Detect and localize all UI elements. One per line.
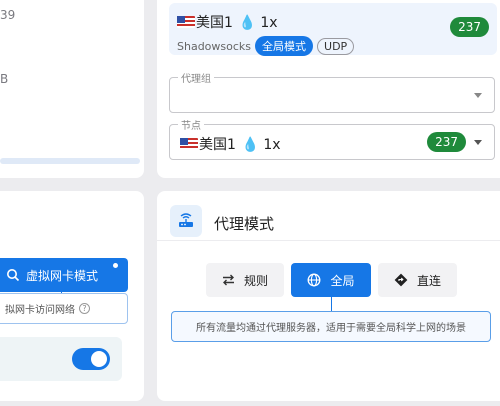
mode-rule-button[interactable]: 规则 <box>206 263 284 297</box>
active-dot-icon <box>113 263 118 268</box>
mode-global-button[interactable]: 全局 <box>291 263 371 297</box>
tun-toggle-row <box>0 337 122 381</box>
mode-rule-label: 规则 <box>243 273 268 288</box>
protocol-label: Shadowsocks <box>177 39 252 53</box>
tun-search-icon <box>7 269 20 282</box>
chevron-down-icon <box>474 140 482 145</box>
connector-line <box>331 297 332 311</box>
tun-mode-label: 虚拟网卡模式 <box>26 268 99 283</box>
node-select[interactable]: 节点 美国1 💧 1x 237 <box>169 117 495 160</box>
node-select-multiplier: 1x <box>263 137 281 153</box>
tun-description: 拟网卡访问网络 ? <box>0 293 128 324</box>
node-multiplier: 1x <box>260 15 278 31</box>
tun-card: 虚拟网卡模式 拟网卡访问网络 ? <box>0 191 144 401</box>
proxy-group-select[interactable]: 代理组 <box>169 70 495 113</box>
mode-direct-label: 直连 <box>416 273 441 288</box>
udp-tag: UDP <box>317 37 355 55</box>
mode-direct-button[interactable]: 直连 <box>378 263 457 297</box>
proxy-mode-title: 代理模式 <box>214 215 275 233</box>
water-drop-icon: 💧 <box>241 137 260 153</box>
divider <box>157 240 500 241</box>
traffic-progress-bar <box>0 158 140 164</box>
help-icon[interactable]: ? <box>79 303 90 314</box>
traffic-card: 39 B <box>0 0 144 178</box>
node-latency-badge: 237 <box>427 132 466 152</box>
traffic-stat-value: 39 <box>0 8 16 22</box>
us-flag-icon <box>180 138 198 150</box>
tun-toggle[interactable] <box>72 348 110 370</box>
swap-arrows-icon <box>222 274 234 286</box>
router-icon <box>170 205 202 237</box>
proxy-node-card: 美国1 💧 1x Shadowsocks 全局模式 UDP 237 代理组 节点 美… <box>157 0 500 178</box>
mode-tag: 全局模式 <box>255 36 314 56</box>
node-select-name: 美国1 <box>199 137 236 153</box>
current-node-summary[interactable]: 美国1 💧 1x Shadowsocks 全局模式 UDP 237 <box>169 3 497 56</box>
direction-sign-icon <box>394 273 408 287</box>
node-select-value: 美国1 💧 1x <box>180 134 281 154</box>
us-flag-icon <box>177 16 195 28</box>
proxy-mode-card: 代理模式 规则 全局 直连 所有流量均通过代理服务器，适用于需要全局科学上网的场… <box>157 191 500 401</box>
water-drop-icon: 💧 <box>238 15 257 31</box>
traffic-stat-unit: B <box>0 72 9 86</box>
proxy-group-legend: 代理组 <box>178 70 214 85</box>
globe-icon <box>308 273 321 287</box>
current-node-name: 美国1 💧 1x <box>177 12 278 32</box>
tun-description-text: 拟网卡访问网络 <box>5 305 75 316</box>
node-name-label: 美国1 <box>196 15 233 31</box>
chevron-down-icon <box>474 93 482 98</box>
latency-badge: 237 <box>450 17 489 37</box>
tun-mode-button[interactable]: 虚拟网卡模式 <box>0 258 128 292</box>
mode-description-text: 所有流量均通过代理服务器，适用于需要全局科学上网的场景 <box>196 323 466 334</box>
node-legend: 节点 <box>178 117 204 132</box>
mode-global-label: 全局 <box>330 273 355 288</box>
mode-description: 所有流量均通过代理服务器，适用于需要全局科学上网的场景 <box>171 311 491 342</box>
node-meta: Shadowsocks 全局模式 UDP <box>177 36 355 56</box>
